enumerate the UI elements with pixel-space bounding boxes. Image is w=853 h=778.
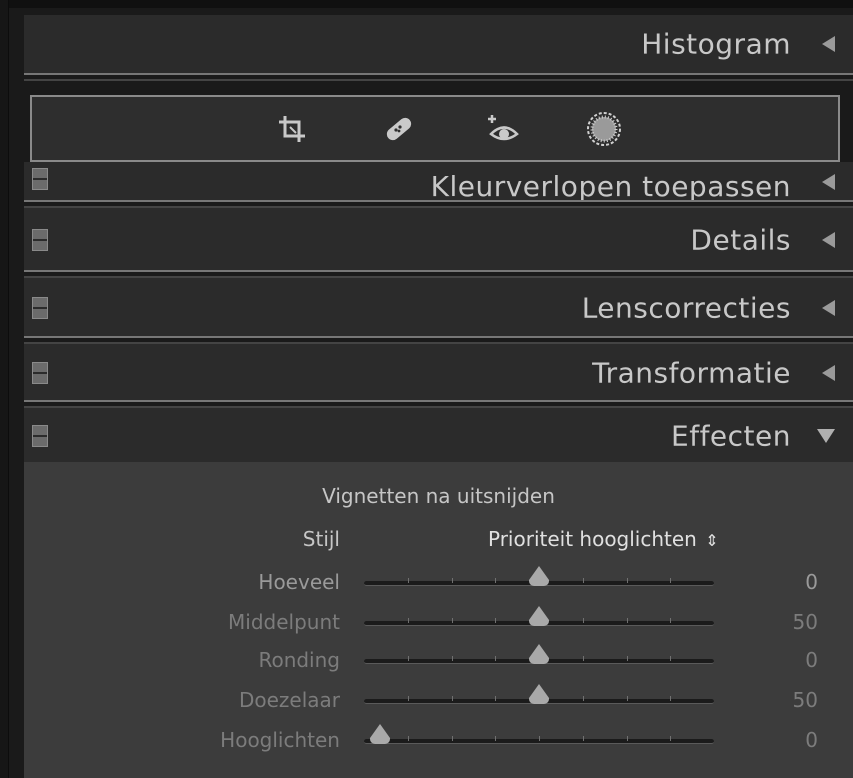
- slider[interactable]: [364, 606, 714, 630]
- style-dropdown[interactable]: Prioriteit hooglichten ⇕: [488, 527, 719, 551]
- slider-thumb[interactable]: [529, 566, 549, 586]
- panel-switch[interactable]: [32, 229, 48, 251]
- slider-tick: [670, 578, 672, 583]
- slider-tick: [495, 656, 497, 661]
- slider-thumb[interactable]: [529, 644, 549, 664]
- panel-switch[interactable]: [32, 297, 48, 319]
- dropdown-chevron-icon: ⇕: [705, 531, 719, 550]
- slider-tick: [451, 736, 453, 741]
- left-edge: [0, 0, 9, 778]
- histogram-header[interactable]: Histogram: [24, 15, 853, 73]
- slider-tick: [407, 578, 409, 583]
- panel-header-lens[interactable]: Lenscorrecties: [24, 278, 853, 338]
- panel-switch[interactable]: [32, 168, 48, 190]
- slider-value[interactable]: 0: [805, 570, 818, 594]
- panel-header-details[interactable]: Details: [24, 208, 853, 272]
- panel-title: Transformatie: [592, 356, 791, 390]
- slider-tick: [626, 656, 628, 661]
- slider-tick: [626, 736, 628, 741]
- panel-title: Details: [690, 223, 791, 257]
- collapse-arrow-icon[interactable]: [822, 174, 835, 190]
- slider-tick: [582, 578, 584, 583]
- effects-panel-body: Vignetten na uitsnijden Stijl Prioriteit…: [24, 462, 853, 778]
- slider-label: Ronding: [258, 648, 340, 672]
- collapse-arrow-icon[interactable]: [822, 300, 835, 316]
- slider-tick: [582, 656, 584, 661]
- slider-tick: [495, 736, 497, 741]
- divider: [24, 336, 853, 344]
- spot-removal-icon[interactable]: [377, 107, 421, 151]
- slider-thumb[interactable]: [529, 606, 549, 626]
- slider-tick: [407, 736, 409, 741]
- slider-label: Doezelaar: [238, 688, 340, 712]
- style-label: Stijl: [302, 527, 340, 551]
- crop-icon[interactable]: [270, 107, 314, 151]
- slider-tick: [582, 696, 584, 701]
- slider-thumb[interactable]: [370, 724, 390, 744]
- slider-label: Middelpunt: [228, 610, 340, 634]
- tool-strip: [30, 95, 840, 162]
- slider[interactable]: [364, 684, 714, 708]
- slider-tick: [407, 656, 409, 661]
- slider-tick: [495, 696, 497, 701]
- top-edge: [0, 0, 853, 8]
- divider: [24, 200, 853, 208]
- slider-tick: [451, 656, 453, 661]
- radial-filter-icon[interactable]: [582, 107, 626, 151]
- slider-tick: [407, 696, 409, 701]
- collapse-arrow-icon[interactable]: [822, 232, 835, 248]
- panel-title: Lenscorrecties: [581, 291, 791, 325]
- section-title: Vignetten na uitsnijden: [322, 484, 555, 508]
- panel-header-transform[interactable]: Transformatie: [24, 344, 853, 402]
- panel-header-graduated[interactable]: Kleurverlopen toepassen: [24, 162, 853, 200]
- divider: [24, 270, 853, 278]
- collapse-arrow-icon[interactable]: [822, 365, 835, 381]
- slider-thumb[interactable]: [529, 684, 549, 704]
- slider-tick: [626, 578, 628, 583]
- divider: [24, 400, 853, 408]
- slider-tick: [626, 618, 628, 623]
- slider-tick: [670, 656, 672, 661]
- slider-value[interactable]: 0: [805, 728, 818, 752]
- collapse-arrow-icon[interactable]: [822, 36, 835, 52]
- panel-title: Kleurverlopen toepassen: [430, 170, 791, 200]
- slider-tick: [670, 618, 672, 623]
- slider-tick: [451, 696, 453, 701]
- slider-tick: [670, 696, 672, 701]
- style-value: Prioriteit hooglichten: [488, 527, 697, 551]
- slider-value[interactable]: 50: [793, 688, 818, 712]
- slider-tick: [451, 618, 453, 623]
- slider-tick: [582, 618, 584, 623]
- panel-switch[interactable]: [32, 362, 48, 384]
- divider: [24, 73, 853, 81]
- slider-tick: [407, 618, 409, 623]
- expand-arrow-icon[interactable]: [817, 429, 835, 443]
- slider-track[interactable]: [364, 736, 714, 744]
- panel-switch[interactable]: [32, 425, 48, 447]
- slider-tick: [495, 578, 497, 583]
- slider-tick: [451, 578, 453, 583]
- red-eye-icon[interactable]: [482, 107, 526, 151]
- slider-tick: [582, 736, 584, 741]
- histogram-title: Histogram: [641, 27, 791, 61]
- slider-label: Hoeveel: [258, 570, 340, 594]
- slider-tick: [626, 696, 628, 701]
- panel-header-effects[interactable]: Effecten: [24, 408, 853, 464]
- slider-label: Hooglichten: [220, 728, 340, 752]
- slider[interactable]: [364, 644, 714, 668]
- slider[interactable]: [364, 724, 714, 748]
- slider-tick: [670, 736, 672, 741]
- slider-tick: [539, 736, 540, 741]
- panel-title: Effecten: [671, 419, 791, 453]
- slider-tick: [495, 618, 497, 623]
- slider-value[interactable]: 50: [793, 610, 818, 634]
- slider-value[interactable]: 0: [805, 648, 818, 672]
- slider[interactable]: [364, 566, 714, 590]
